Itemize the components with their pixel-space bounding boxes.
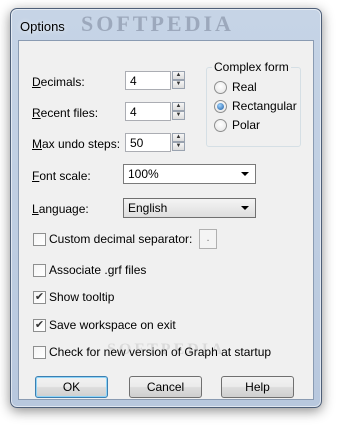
- ok-button[interactable]: OK: [35, 376, 108, 398]
- associate-grf-checkbox[interactable]: [33, 264, 46, 277]
- font-scale-value: 100%: [128, 167, 159, 181]
- complex-form-title: Complex form: [212, 60, 291, 74]
- language-select[interactable]: English: [123, 198, 256, 218]
- recent-files-input[interactable]: 4: [125, 102, 171, 121]
- arrow-down-icon[interactable]: ▼: [172, 111, 185, 120]
- radio-polar[interactable]: [214, 119, 227, 132]
- associate-grf-label[interactable]: Associate .grf files: [49, 263, 146, 277]
- options-dialog: SOFTPEDIA Options Decimals: 4 ▲ ▼ Recent…: [10, 8, 322, 408]
- decimals-input[interactable]: 4: [125, 71, 171, 90]
- max-undo-input[interactable]: 50: [125, 133, 171, 152]
- decimals-label: Decimals:: [32, 75, 85, 89]
- max-undo-label: Max undo steps:: [32, 137, 121, 151]
- recent-files-label: Recent files:: [32, 106, 99, 120]
- check-version-checkbox[interactable]: [33, 346, 46, 359]
- title-watermark: SOFTPEDIA: [81, 11, 234, 36]
- arrow-up-icon[interactable]: ▲: [172, 102, 185, 111]
- help-button[interactable]: Help: [221, 376, 294, 398]
- radio-real[interactable]: [214, 81, 227, 94]
- separator-input[interactable]: .: [199, 229, 217, 249]
- recent-files-spinner: ▲ ▼: [172, 102, 185, 120]
- arrow-up-icon[interactable]: ▲: [172, 71, 185, 80]
- title-bar[interactable]: SOFTPEDIA Options: [11, 9, 321, 41]
- radio-rectangular-label[interactable]: Rectangular: [232, 99, 297, 113]
- chevron-down-icon[interactable]: [241, 206, 249, 210]
- arrow-down-icon[interactable]: ▼: [172, 142, 185, 151]
- radio-rectangular[interactable]: [214, 100, 227, 113]
- font-scale-label: Font scale:: [32, 169, 91, 183]
- chevron-down-icon[interactable]: [241, 172, 249, 176]
- check-icon: ✔: [34, 319, 45, 331]
- show-tooltip-label[interactable]: Show tooltip: [49, 290, 114, 304]
- dialog-body: Decimals: 4 ▲ ▼ Recent files: 4 ▲ ▼ Max …: [18, 40, 314, 400]
- check-icon: ✔: [34, 291, 45, 303]
- window-title: Options: [20, 19, 65, 34]
- max-undo-spinner: ▲ ▼: [172, 133, 185, 151]
- watermark: SOFTPEDIA: [107, 341, 226, 358]
- custom-separator-checkbox[interactable]: [33, 233, 46, 246]
- show-tooltip-checkbox[interactable]: ✔: [33, 291, 46, 304]
- cancel-button[interactable]: Cancel: [129, 376, 202, 398]
- arrow-down-icon[interactable]: ▼: [172, 80, 185, 89]
- radio-polar-label[interactable]: Polar: [232, 118, 260, 132]
- decimals-spinner: ▲ ▼: [172, 71, 185, 89]
- arrow-up-icon[interactable]: ▲: [172, 133, 185, 142]
- radio-real-label[interactable]: Real: [232, 80, 257, 94]
- save-workspace-checkbox[interactable]: ✔: [33, 319, 46, 332]
- complex-form-group: Complex form Real Rectangular Polar: [206, 60, 301, 147]
- font-scale-combo[interactable]: 100%: [123, 164, 256, 184]
- language-value: English: [128, 201, 168, 215]
- save-workspace-label[interactable]: Save workspace on exit: [49, 318, 176, 332]
- language-label: Language:: [32, 202, 89, 216]
- custom-separator-label[interactable]: Custom decimal separator:: [49, 232, 192, 246]
